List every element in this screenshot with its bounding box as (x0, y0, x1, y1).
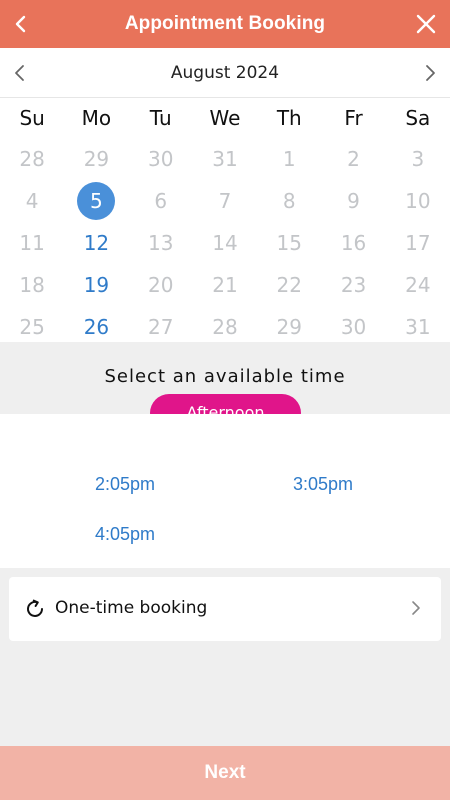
calendar-day-number: 6 (154, 189, 168, 213)
calendar-day: 22 (257, 264, 321, 306)
calendar-day-number: 10 (405, 189, 431, 213)
calendar-day-number: 2 (347, 147, 360, 171)
page-title: Appointment Booking (124, 13, 326, 34)
calendar-day: 30 (129, 138, 193, 180)
weekday-label: Tu (149, 106, 172, 130)
calendar-day-number: 7 (218, 189, 232, 213)
calendar-day[interactable]: 12 (64, 222, 128, 264)
calendar-day-number: 4 (25, 189, 39, 213)
calendar-day-number: 23 (340, 273, 367, 297)
previous-month-chevron-icon[interactable] (8, 61, 32, 85)
calendar-day: 1 (257, 138, 321, 180)
calendar-day-number: 31 (212, 147, 238, 171)
calendar-day-number: 17 (405, 231, 431, 255)
calendar-day: 11 (0, 222, 64, 264)
calendar-day: 18 (0, 264, 64, 306)
calendar-day: 24 (386, 264, 450, 306)
weekday-label: We (209, 106, 241, 130)
calendar-day: 7 (193, 180, 257, 222)
calendar-day-number: 11 (19, 231, 45, 255)
calendar-day-number: 28 (19, 147, 45, 171)
calendar-day-number: 30 (147, 147, 174, 171)
time-slots: 2:05pm 3:05pm 4:05pm (0, 414, 450, 568)
close-icon[interactable] (412, 10, 440, 38)
time-slot[interactable]: 2:05pm (95, 474, 155, 495)
calendar-day: 10 (386, 180, 450, 222)
calendar-day: 31 (193, 138, 257, 180)
calendar-day-number: 12 (83, 231, 110, 255)
calendar-day-number: 8 (282, 189, 296, 213)
calendar-day: 14 (193, 222, 257, 264)
calendar-grid: Su Mo Tu We Th Fr Sa 28 29 30 31 1 2 3 4 5 6 7 8 9 10… (0, 98, 450, 348)
calendar-day: 29 (64, 138, 128, 180)
calendar-day: 15 (257, 222, 321, 264)
calendar-day-number: 28 (212, 315, 238, 339)
calendar-day: 3 (386, 138, 450, 180)
calendar-day: 9 (321, 180, 385, 222)
calendar-day: 13 (129, 222, 193, 264)
calendar-week-row: 11 12 13 14 15 16 17 (0, 222, 450, 264)
calendar-day-number: 29 (276, 315, 302, 339)
calendar-day-number: 27 (147, 315, 174, 339)
calendar-day: 2 (321, 138, 385, 180)
calendar-day: 23 (321, 264, 385, 306)
calendar-day-number: 29 (83, 147, 110, 171)
select-time-label: Select an available time (104, 366, 346, 387)
next-month-chevron-icon[interactable] (418, 61, 442, 85)
time-slot[interactable]: 4:05pm (95, 524, 155, 545)
weekday-label: Sa (405, 106, 431, 130)
calendar-day-selected[interactable]: 5 (64, 180, 128, 222)
time-slot[interactable]: 3:05pm (293, 474, 353, 495)
calendar-day-number: 15 (276, 231, 302, 255)
calendar-day[interactable]: 19 (64, 264, 128, 306)
calendar-day-number: 1 (282, 147, 296, 171)
calendar-day-number: 16 (340, 231, 367, 255)
calendar-day-number: 20 (147, 273, 174, 297)
calendar-week-row: 18 19 20 21 22 23 24 (0, 264, 450, 306)
calendar-day-number: 24 (405, 273, 431, 297)
calendar-day: 6 (129, 180, 193, 222)
calendar-day-number: 26 (83, 315, 110, 339)
refresh-icon (27, 599, 43, 617)
back-arrow-icon[interactable] (8, 10, 36, 38)
weekday-label: Fr (344, 106, 363, 130)
weekday-label: Su (19, 106, 45, 130)
calendar-week-row: 28 29 30 31 1 2 3 (0, 138, 450, 180)
next-button[interactable]: Next (0, 746, 450, 800)
calendar-day-number: 31 (405, 315, 431, 339)
calendar-day: 17 (386, 222, 450, 264)
calendar-day-number: 21 (212, 273, 238, 297)
calendar-day: 21 (193, 264, 257, 306)
calendar-day: 28 (0, 138, 64, 180)
calendar-week-row: 4 5 6 7 8 9 10 (0, 180, 450, 222)
calendar-day: 20 (129, 264, 193, 306)
month-navigation: August 2024 (0, 48, 450, 98)
app-header: Appointment Booking (0, 0, 450, 48)
calendar-day: 4 (0, 180, 64, 222)
calendar-day-number: 14 (212, 231, 238, 255)
calendar-day-number: 18 (19, 273, 45, 297)
calendar-day-number: 19 (83, 273, 110, 297)
booking-type-label: One-time booking (55, 598, 208, 618)
calendar-day-number: 25 (19, 315, 45, 339)
calendar-day-number: 9 (347, 189, 360, 213)
calendar-day: 8 (257, 180, 321, 222)
chevron-right-icon (412, 601, 420, 615)
weekday-header: Su Mo Tu We Th Fr Sa (0, 98, 450, 138)
booking-type-row[interactable]: One-time booking (9, 577, 441, 641)
calendar-weeks: 28 29 30 31 1 2 3 4 5 6 7 8 9 10 11 12 13 14 15 16 17 18 19 20 2… (0, 138, 450, 348)
calendar-day-number: 13 (147, 231, 174, 255)
calendar-day: 16 (321, 222, 385, 264)
calendar-day-number: 22 (276, 273, 302, 297)
month-label: August 2024 (170, 62, 280, 83)
calendar-day-number: 5 (90, 189, 103, 213)
weekday-label: Th (276, 106, 302, 130)
weekday-label: Mo (81, 106, 112, 130)
calendar-day-number: 3 (411, 147, 425, 171)
calendar-day-number: 30 (340, 315, 367, 339)
